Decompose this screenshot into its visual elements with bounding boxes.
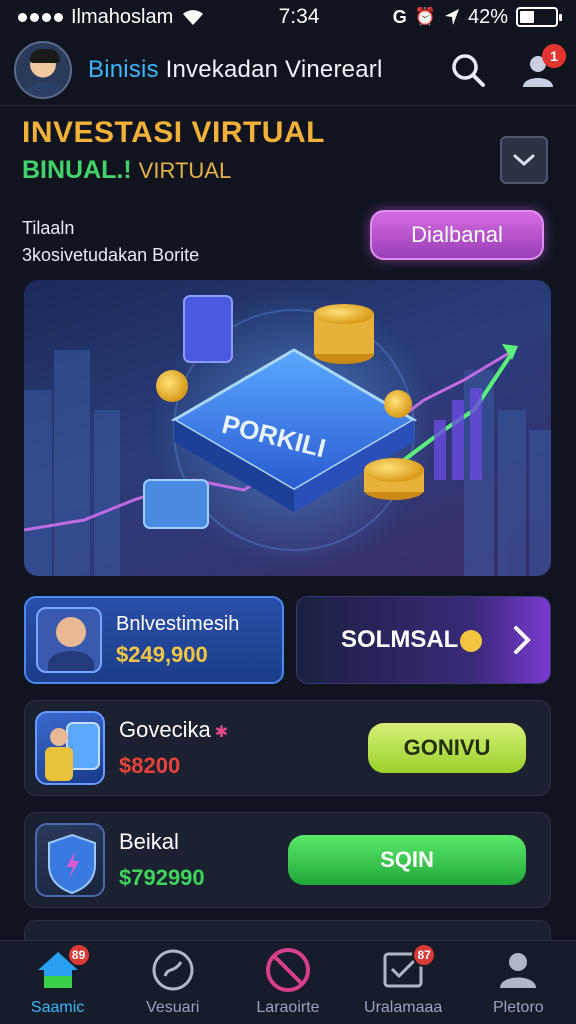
account-button[interactable]: 1	[514, 43, 566, 94]
list-amount: $792990	[119, 865, 205, 890]
chevron-down-icon	[513, 154, 535, 167]
profile-icon	[493, 945, 543, 995]
nav-item-vesuari[interactable]: Vesuari	[118, 945, 228, 1017]
do-not-disturb-icon: G	[392, 6, 407, 27]
sparkle-icon: ✱	[214, 724, 229, 741]
list-info: Beikal $792990	[119, 829, 205, 891]
investor-name: Bnlvestimesih	[116, 612, 240, 635]
solmsal-card[interactable]: SOLMSAL	[296, 596, 551, 684]
promo-banner[interactable]: PORKILI	[24, 280, 551, 576]
featured-row: Bnlvestimesih $249,900 SOLMSAL	[24, 596, 551, 684]
primary-cta-button[interactable]: Dialbanal	[370, 210, 544, 260]
nav-label: Pletoro	[492, 999, 544, 1016]
list-name: Beikal	[119, 829, 179, 854]
list-info: Govecika ✱ $8200	[119, 717, 228, 779]
list-thumbnail	[35, 711, 105, 785]
bottom-nav: 89 Saamic Vesuari Laraoirte 87 Uralamaaa…	[0, 940, 576, 1024]
hero-subtitle: BINUAL.! VIRTUAL	[22, 156, 554, 185]
investor-amount: $249,900	[116, 641, 208, 667]
signal-icon	[18, 12, 63, 22]
gonivu-button[interactable]: GONIVU	[368, 723, 526, 773]
sqin-button[interactable]: SQIN	[288, 835, 526, 885]
app-header: Binisis Invekadan Vinerearl 1	[0, 34, 576, 106]
battery-icon	[515, 7, 562, 27]
status-bar: Ilmahoslam 7:34 G ⏰ 42%	[0, 0, 576, 34]
chevron-right-icon	[514, 626, 531, 654]
search-icon	[452, 53, 485, 87]
checklist-icon: 87	[378, 943, 437, 995]
wifi-icon	[183, 10, 204, 25]
profile-avatar[interactable]	[14, 40, 72, 99]
nav-item-home[interactable]: 89 Saamic	[3, 943, 113, 1017]
investor-info: Bnlvestimesih $249,900	[116, 613, 239, 668]
list-amount: $8200	[119, 753, 181, 778]
nav-badge: 89	[66, 943, 91, 967]
list-item[interactable]: Beikal $792990 SQIN	[24, 812, 551, 908]
hero-subtitle-muted: VIRTUAL	[138, 158, 232, 183]
list-thumbnail	[35, 823, 105, 897]
header-actions: 1	[444, 43, 566, 94]
notification-badge: 1	[542, 43, 566, 68]
nav-label: Saamic	[30, 999, 85, 1016]
nav-item-pletoro[interactable]: Pletoro	[463, 945, 573, 1017]
app-title-text: Invekadan Vinerearl	[165, 55, 383, 83]
block-icon	[263, 945, 313, 995]
investor-avatar	[36, 607, 102, 673]
battery-level	[519, 11, 535, 23]
solmsal-text: SOLMSAL	[341, 626, 459, 653]
home-icon: 89	[33, 943, 91, 995]
list-name: Govecika ✱	[119, 717, 228, 743]
coin-icon	[460, 629, 483, 652]
solmsal-label: SOLMSAL	[341, 626, 483, 654]
status-right: G ⏰ 42%	[392, 5, 562, 29]
status-left: Ilmahoslam	[18, 6, 205, 29]
location-icon	[444, 9, 459, 25]
search-button[interactable]	[444, 46, 492, 94]
carrier-name: Ilmahoslam	[71, 5, 174, 28]
banner-illustration: PORKILI	[24, 290, 551, 576]
battery-percent: 42%	[467, 5, 508, 28]
nav-item-laraoirte[interactable]: Laraoirte	[233, 945, 343, 1017]
status-time: 7:34	[278, 5, 320, 28]
hero-subtitle-accent: BINUAL.!	[22, 156, 132, 184]
nav-badge: 87	[412, 943, 437, 967]
nav-label: Laraoirte	[256, 999, 320, 1016]
nav-label: Vesuari	[146, 999, 200, 1016]
compass-icon	[148, 945, 198, 995]
list-item[interactable]: Govecika ✱ $8200 GONIVU	[24, 700, 551, 796]
featured-investor-card[interactable]: Bnlvestimesih $249,900	[24, 596, 284, 684]
nav-item-uralamaaa[interactable]: 87 Uralamaaa	[348, 943, 458, 1017]
hero-title: INVESTASI VIRTUAL	[22, 116, 325, 149]
hero-section: INVESTASI VIRTUAL BINUAL.! VIRTUAL Tilaa…	[22, 116, 554, 269]
list-name-text: Govecika	[119, 717, 211, 742]
app-title: Binisis Invekadan Vinerearl	[88, 56, 382, 84]
alarm-icon: ⏰	[414, 7, 436, 26]
collapse-button[interactable]	[500, 136, 548, 184]
brand-name: Binisis	[88, 55, 159, 83]
nav-label: Uralamaaa	[364, 999, 443, 1016]
